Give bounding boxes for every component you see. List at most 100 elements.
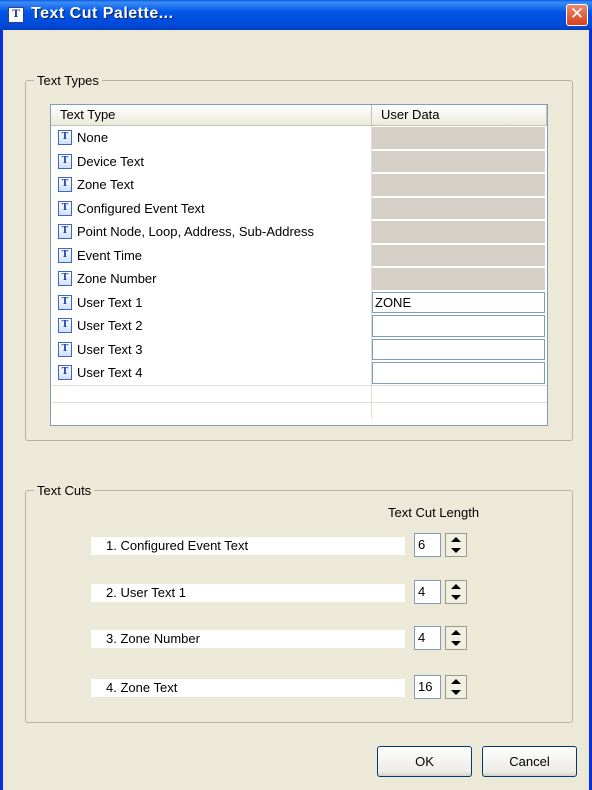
table-row[interactable]: T Event Time bbox=[51, 243, 547, 267]
text-cut-label: 2. User Text 1 bbox=[91, 584, 405, 602]
table-header: Text Type User Data bbox=[51, 105, 547, 126]
spin-down-button[interactable] bbox=[446, 638, 466, 649]
text-cut-label: 3. Zone Number bbox=[91, 630, 405, 648]
close-button[interactable]: ✕ bbox=[566, 4, 588, 26]
user-data-field[interactable] bbox=[372, 338, 545, 360]
arrow-down-icon bbox=[451, 548, 461, 553]
text-cut-length-input[interactable]: 4 bbox=[414, 580, 441, 604]
text-type-label: User Text 2 bbox=[77, 318, 143, 334]
spin-up-button[interactable] bbox=[446, 676, 466, 687]
spin-down-button[interactable] bbox=[446, 687, 466, 698]
arrow-up-icon bbox=[451, 679, 461, 684]
text-type-cell[interactable]: T User Text 2 bbox=[51, 314, 372, 338]
user-data-disabled bbox=[372, 244, 545, 266]
text-cuts-legend: Text Cuts bbox=[34, 483, 95, 498]
text-cut-length-input[interactable]: 6 bbox=[414, 533, 441, 557]
text-type-cell[interactable]: T Event Time bbox=[51, 243, 372, 267]
text-type-icon: T bbox=[58, 318, 72, 334]
spin-buttons bbox=[445, 533, 467, 557]
ok-button[interactable]: OK bbox=[377, 746, 472, 777]
text-type-icon: T bbox=[58, 224, 72, 240]
text-type-label: None bbox=[77, 130, 109, 146]
table-row[interactable]: T Zone Text bbox=[51, 173, 547, 197]
text-type-icon: T bbox=[58, 200, 72, 216]
table-row[interactable]: T User Text 3 bbox=[51, 337, 547, 362]
user-data-field[interactable] bbox=[372, 315, 545, 337]
user-data-cell[interactable] bbox=[372, 361, 547, 385]
text-type-icon: T bbox=[58, 365, 72, 381]
user-data-cell bbox=[372, 126, 547, 150]
table-row[interactable]: T Configured Event Text bbox=[51, 196, 547, 221]
column-header-text-type[interactable]: Text Type bbox=[51, 105, 372, 125]
text-cut-length-stepper[interactable]: 4 bbox=[414, 626, 472, 650]
user-data-cell[interactable]: ZONE bbox=[372, 291, 547, 315]
text-type-cell[interactable]: T User Text 1 bbox=[51, 290, 372, 314]
text-type-label: User Text 3 bbox=[77, 341, 143, 357]
arrow-up-icon bbox=[451, 584, 461, 589]
text-type-label: Zone Number bbox=[77, 271, 157, 287]
user-data-cell[interactable] bbox=[372, 338, 547, 362]
spin-up-button[interactable] bbox=[446, 581, 466, 592]
spin-buttons bbox=[445, 626, 467, 650]
spin-down-button[interactable] bbox=[446, 545, 466, 556]
spin-buttons bbox=[445, 675, 467, 699]
table-row[interactable]: T User Text 4 bbox=[51, 361, 547, 385]
table-row[interactable]: T Zone Number bbox=[51, 267, 547, 291]
text-type-label: Device Text bbox=[77, 153, 144, 169]
text-cut-length-header: Text Cut Length bbox=[388, 505, 480, 520]
text-type-cell[interactable]: T Zone Number bbox=[51, 267, 372, 291]
user-data-disabled bbox=[372, 150, 545, 172]
text-cut-length-input[interactable]: 16 bbox=[414, 675, 441, 699]
user-data-disabled bbox=[372, 268, 545, 290]
text-type-cell[interactable]: T Device Text bbox=[51, 149, 372, 173]
text-type-label: Zone Text bbox=[77, 177, 134, 193]
text-palette-icon: T bbox=[8, 7, 24, 23]
table-row[interactable]: T User Text 1 ZONE bbox=[51, 290, 547, 315]
text-cut-length-stepper[interactable]: 16 bbox=[414, 675, 472, 699]
text-type-cell[interactable]: T Point Node, Loop, Address, Sub-Address bbox=[51, 220, 372, 244]
arrow-up-icon bbox=[451, 537, 461, 542]
table-row-empty bbox=[51, 384, 547, 402]
text-type-cell[interactable]: T User Text 4 bbox=[51, 361, 372, 385]
table-row[interactable]: T Point Node, Loop, Address, Sub-Address bbox=[51, 220, 547, 244]
user-data-disabled bbox=[372, 127, 545, 149]
cancel-button[interactable]: Cancel bbox=[482, 746, 577, 777]
user-data-cell bbox=[372, 173, 547, 197]
text-type-cell[interactable]: T User Text 3 bbox=[51, 337, 372, 361]
text-cut-label: 1. Configured Event Text bbox=[91, 537, 405, 555]
table-row[interactable]: T User Text 2 bbox=[51, 314, 547, 338]
text-type-icon: T bbox=[58, 153, 72, 169]
user-data-cell bbox=[372, 197, 547, 221]
text-type-cell[interactable]: T None bbox=[51, 126, 372, 150]
text-cut-length-stepper[interactable]: 4 bbox=[414, 580, 472, 604]
text-types-legend: Text Types bbox=[34, 73, 102, 88]
spin-down-button[interactable] bbox=[446, 592, 466, 603]
text-type-icon: T bbox=[58, 271, 72, 287]
text-type-label: Event Time bbox=[77, 247, 143, 263]
text-type-icon: T bbox=[58, 247, 72, 263]
title-bar[interactable]: T Text Cut Palette... ✕ bbox=[0, 0, 592, 30]
text-type-icon: T bbox=[58, 130, 72, 146]
text-type-cell[interactable]: T Configured Event Text bbox=[51, 196, 372, 220]
dialog-window: T Text Cut Palette... ✕ Text Types Text … bbox=[0, 0, 592, 790]
user-data-field[interactable]: ZONE bbox=[372, 291, 545, 313]
user-data-cell[interactable] bbox=[372, 314, 547, 338]
column-header-user-data[interactable]: User Data bbox=[372, 105, 547, 125]
text-type-cell[interactable]: T Zone Text bbox=[51, 173, 372, 197]
user-data-cell bbox=[372, 220, 547, 244]
text-cut-length-stepper[interactable]: 6 bbox=[414, 533, 472, 557]
user-data-field[interactable] bbox=[372, 362, 545, 384]
text-type-label: User Text 1 bbox=[77, 294, 143, 310]
arrow-down-icon bbox=[451, 595, 461, 600]
table-row[interactable]: T None bbox=[51, 126, 547, 150]
text-type-icon: T bbox=[58, 294, 72, 310]
spin-up-button[interactable] bbox=[446, 627, 466, 638]
user-data-disabled bbox=[372, 197, 545, 219]
spin-buttons bbox=[445, 580, 467, 604]
spin-up-button[interactable] bbox=[446, 534, 466, 545]
text-cut-length-input[interactable]: 4 bbox=[414, 626, 441, 650]
table-body: T None T Device Text T Zone Text T Configured E… bbox=[51, 126, 547, 385]
user-data-disabled bbox=[372, 221, 545, 243]
table-row[interactable]: T Device Text bbox=[51, 149, 547, 173]
text-type-label: Point Node, Loop, Address, Sub-Address bbox=[77, 224, 315, 240]
